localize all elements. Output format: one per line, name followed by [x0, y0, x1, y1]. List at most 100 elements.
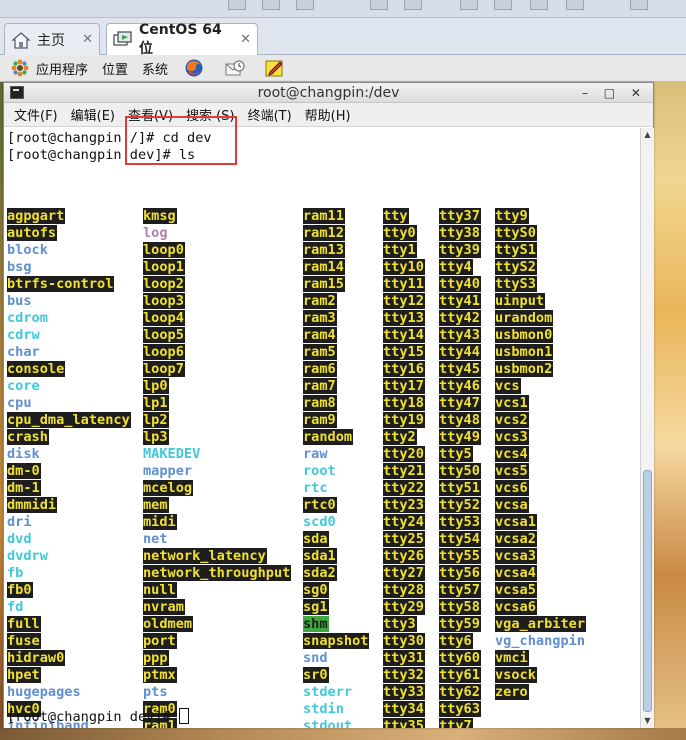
vm-tool-button[interactable]	[494, 0, 512, 10]
ls-entry-name: vcsa2	[495, 531, 537, 547]
ls-entry-name: lp3	[143, 429, 169, 445]
ls-entry-name: tty56	[439, 565, 481, 581]
vm-tool-button[interactable]	[370, 0, 388, 10]
scrollbar-thumb[interactable]	[643, 470, 652, 712]
ls-entry: tty28	[383, 582, 425, 599]
ls-entry: ram9	[303, 412, 369, 429]
ls-entry-name: tty49	[439, 429, 481, 445]
ls-entry: vg_changpin	[495, 633, 586, 650]
ls-entry-name: tty31	[383, 650, 425, 666]
window-titlebar[interactable]: root@changpin:/dev – □ ✕	[4, 83, 653, 103]
scroll-up-icon[interactable]: ▲	[641, 128, 654, 142]
ls-entry-name: kmsg	[143, 208, 177, 224]
ls-entry: tty54	[439, 531, 481, 548]
ls-entry: ttyS0	[495, 225, 586, 242]
tab-label: 主页	[37, 32, 65, 49]
terminal-output[interactable]: [root@changpin /]# cd dev [root@changpin…	[4, 128, 640, 728]
ls-entry-name: sda1	[303, 548, 337, 564]
ls-entry-name: raw	[303, 446, 328, 462]
ls-entry: lp1	[143, 395, 291, 412]
menu-help[interactable]: 帮助(H)	[305, 105, 351, 124]
ls-column: agpgart autofs block bsg btrfs-control bus cdr…	[7, 208, 131, 728]
ls-column: tty9 ttyS0 ttyS1 ttyS2 ttyS3 uinput urandom usb…	[495, 208, 587, 701]
vm-tool-button[interactable]	[228, 0, 246, 10]
window-controls[interactable]: – □ ✕	[582, 83, 647, 103]
tab-centos[interactable]: CentOS 64 位 ✕	[106, 22, 258, 57]
ls-entry: tty43	[439, 327, 481, 344]
ls-entry-name: lp0	[143, 378, 169, 394]
ls-entry: ttyS1	[495, 242, 586, 259]
ls-entry: vga_arbiter	[495, 616, 587, 633]
ls-entry: loop3	[143, 293, 291, 310]
ls-entry-name: tty37	[439, 208, 481, 224]
ls-entry: tty32	[383, 667, 425, 684]
ls-entry: vmci	[495, 650, 586, 667]
menu-edit[interactable]: 编辑(E)	[71, 105, 115, 124]
ls-entry: tty5	[439, 446, 481, 463]
ls-entry: tty9	[495, 208, 586, 225]
ls-entry-name: hpet	[7, 667, 41, 683]
vm-tool-button[interactable]	[630, 0, 648, 10]
ls-entry-name: block	[7, 242, 48, 258]
scroll-down-icon[interactable]: ▼	[641, 714, 654, 728]
ls-entry: tty61	[439, 667, 481, 684]
system-menu[interactable]: 系统	[142, 59, 168, 78]
ls-entry-name: tty27	[383, 565, 425, 581]
ls-entry-name: tty11	[383, 276, 425, 292]
ls-entry-name: snd	[303, 650, 328, 666]
ls-entry: tty4	[439, 259, 481, 276]
ls-entry-name: vcs6	[495, 480, 529, 496]
ls-entry-name: crash	[7, 429, 49, 445]
ls-entry: sg1	[303, 599, 369, 616]
ls-entry-name: vga_arbiter	[495, 616, 587, 632]
vm-tool-button[interactable]	[296, 0, 314, 10]
menu-terminal[interactable]: 终端(T)	[248, 105, 292, 124]
ls-entry: ram3	[303, 310, 369, 327]
mail-launcher[interactable]	[224, 58, 250, 78]
ls-entry-name: agpgart	[7, 208, 66, 224]
applications-menu[interactable]: 应用程序	[10, 58, 88, 78]
tab-home[interactable]: 主页 ✕	[4, 23, 100, 55]
ls-entry-name: ram13	[303, 242, 345, 258]
ls-entry: snapshot	[303, 633, 370, 650]
ls-entry: cdrom	[7, 310, 131, 327]
places-menu[interactable]: 位置	[102, 59, 128, 78]
vm-tool-button[interactable]	[404, 0, 422, 10]
ls-entry-name: tty7	[439, 718, 473, 728]
ls-entry-name: tty61	[439, 667, 481, 683]
ls-entry: nvram	[143, 599, 291, 616]
ls-entry: autofs	[7, 225, 131, 242]
shell-prompt[interactable]: [root@changpin dev]#	[7, 708, 189, 725]
ls-entry: null	[143, 582, 291, 599]
ls-entry: dvdrw	[7, 548, 131, 565]
firefox-launcher[interactable]	[184, 58, 210, 78]
ls-entry: hpet	[7, 667, 131, 684]
ls-entry-name: ram8	[303, 395, 337, 411]
terminal-icon	[10, 86, 24, 99]
ls-entry: tty3	[383, 616, 425, 633]
menu-file[interactable]: 文件(F)	[14, 105, 58, 124]
vertical-scrollbar[interactable]: ▲ ▼	[640, 128, 654, 728]
ls-entry: zero	[495, 684, 586, 701]
ls-entry-name: port	[143, 633, 177, 649]
ls-entry: sda2	[303, 565, 369, 582]
vm-tool-button[interactable]	[262, 0, 280, 10]
ls-entry: urandom	[495, 310, 586, 327]
vm-tool-button[interactable]	[530, 0, 548, 10]
ls-column: ram11 ram12 ram13 ram14 ram15 ram2 ram3 ram4 ram…	[303, 208, 370, 728]
ls-entry: tty12	[383, 293, 425, 310]
close-icon[interactable]: ✕	[72, 32, 93, 47]
ls-entry: char	[7, 344, 131, 361]
ls-entry: block	[7, 242, 131, 259]
ls-entry-name: cpu_dma_latency	[7, 412, 131, 428]
vm-tool-button[interactable]	[460, 0, 478, 10]
notes-launcher[interactable]	[264, 58, 290, 78]
ls-entry-name: midi	[143, 514, 177, 530]
ls-entry: tty53	[439, 514, 481, 531]
ls-column: tty tty0 tty1 tty10 tty11 tty12 tty13 tty14 tty1…	[383, 208, 425, 728]
ls-entry: ram12	[303, 225, 369, 242]
vm-tool-button[interactable]	[566, 0, 584, 10]
ls-entry: tty57	[439, 582, 481, 599]
ls-entry-name: scd0	[303, 514, 336, 530]
close-icon[interactable]: ✕	[230, 32, 251, 47]
